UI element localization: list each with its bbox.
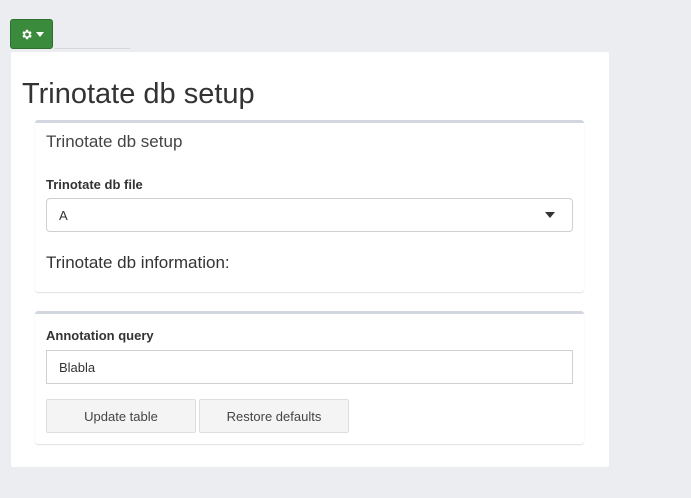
update-table-button[interactable]: Update table — [46, 399, 196, 433]
page-title: Trinotate db setup — [22, 78, 255, 110]
db-file-label: Trinotate db file — [46, 177, 143, 192]
caret-down-icon — [35, 31, 44, 37]
annotation-query-box: Annotation query Update table Restore de… — [35, 311, 584, 444]
chevron-down-icon — [545, 212, 555, 218]
db-file-select-value: A — [59, 208, 68, 223]
db-setup-box-title: Trinotate db setup — [46, 132, 183, 151]
gear-icon — [20, 28, 33, 41]
annotation-query-label: Annotation query — [46, 328, 154, 343]
annotation-query-input[interactable] — [46, 350, 573, 384]
db-information-heading: Trinotate db information: — [46, 253, 230, 272]
db-setup-box: Trinotate db setup Trinotate db file A T… — [35, 120, 584, 292]
db-file-select[interactable]: A — [46, 198, 573, 232]
restore-defaults-button[interactable]: Restore defaults — [199, 399, 349, 433]
settings-dropdown-button[interactable] — [10, 19, 53, 49]
main-panel: Trinotate db setup Trinotate db setup Tr… — [11, 52, 609, 467]
